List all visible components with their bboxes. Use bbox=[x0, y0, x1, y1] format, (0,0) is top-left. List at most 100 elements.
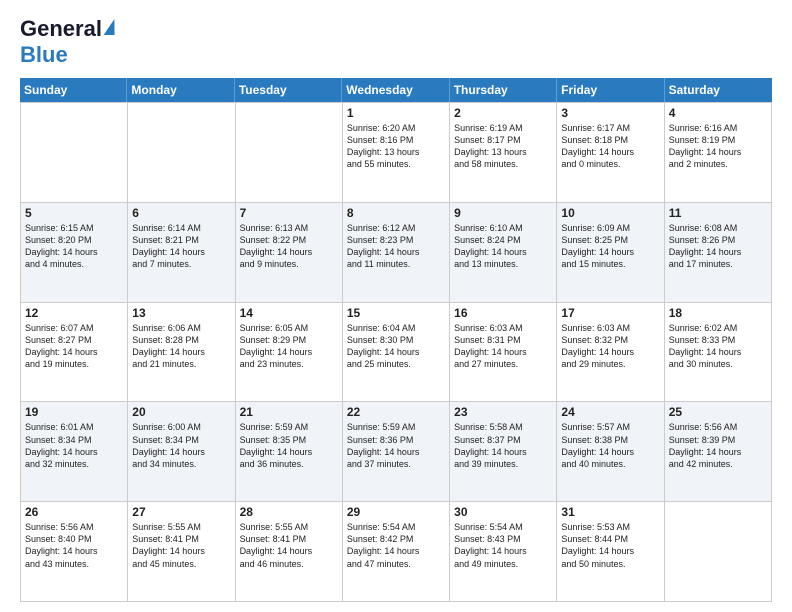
day-number: 29 bbox=[347, 505, 445, 519]
calendar-cell: 23 Sunrise: 5:58 AMSunset: 8:37 PMDayligh… bbox=[450, 402, 557, 502]
logo-chevron-icon bbox=[104, 19, 118, 35]
day-number: 28 bbox=[240, 505, 338, 519]
day-number: 7 bbox=[240, 206, 338, 220]
day-number: 27 bbox=[132, 505, 230, 519]
day-info: Sunrise: 6:15 AMSunset: 8:20 PMDaylight:… bbox=[25, 222, 123, 271]
calendar-cell: 5 Sunrise: 6:15 AMSunset: 8:20 PMDaylight… bbox=[21, 203, 128, 303]
calendar-cell: 29 Sunrise: 5:54 AMSunset: 8:42 PMDayligh… bbox=[343, 502, 450, 602]
logo-general-text: General bbox=[20, 16, 102, 42]
calendar-cell: 2 Sunrise: 6:19 AMSunset: 8:17 PMDaylight… bbox=[450, 103, 557, 203]
calendar-row-5: 26Sunrise: 5:56 AMSunset: 8:40 PMDayligh… bbox=[21, 502, 772, 602]
day-info: Sunrise: 6:20 AMSunset: 8:16 PMDaylight:… bbox=[347, 122, 445, 171]
day-number: 8 bbox=[347, 206, 445, 220]
day-info: Sunrise: 6:03 AMSunset: 8:32 PMDaylight:… bbox=[561, 322, 659, 371]
calendar-cell bbox=[665, 502, 772, 602]
day-info: Sunrise: 6:04 AMSunset: 8:30 PMDaylight:… bbox=[347, 322, 445, 371]
day-info: Sunrise: 6:07 AMSunset: 8:27 PMDaylight:… bbox=[25, 322, 123, 371]
logo-bottom-row: Blue bbox=[20, 42, 68, 68]
day-info: Sunrise: 6:14 AMSunset: 8:21 PMDaylight:… bbox=[132, 222, 230, 271]
calendar-cell: 13 Sunrise: 6:06 AMSunset: 8:28 PMDayligh… bbox=[128, 303, 235, 403]
header-day-thursday: Thursday bbox=[450, 78, 557, 102]
day-number: 2 bbox=[454, 106, 552, 120]
day-number: 6 bbox=[132, 206, 230, 220]
day-number: 19 bbox=[25, 405, 123, 419]
day-info: Sunrise: 5:56 AMSunset: 8:39 PMDaylight:… bbox=[669, 421, 767, 470]
calendar-cell: 26Sunrise: 5:56 AMSunset: 8:40 PMDayligh… bbox=[21, 502, 128, 602]
day-info: Sunrise: 5:55 AMSunset: 8:41 PMDaylight:… bbox=[132, 521, 230, 570]
day-info: Sunrise: 5:59 AMSunset: 8:36 PMDaylight:… bbox=[347, 421, 445, 470]
day-number: 22 bbox=[347, 405, 445, 419]
calendar-cell: 20Sunrise: 6:00 AMSunset: 8:34 PMDayligh… bbox=[128, 402, 235, 502]
calendar-cell: 6 Sunrise: 6:14 AMSunset: 8:21 PMDaylight… bbox=[128, 203, 235, 303]
day-number: 9 bbox=[454, 206, 552, 220]
day-number: 16 bbox=[454, 306, 552, 320]
calendar-row-1: 1Sunrise: 6:20 AMSunset: 8:16 PMDaylight… bbox=[21, 103, 772, 203]
day-number: 23 bbox=[454, 405, 552, 419]
calendar-cell: 9 Sunrise: 6:10 AMSunset: 8:24 PMDaylight… bbox=[450, 203, 557, 303]
day-info: Sunrise: 6:17 AMSunset: 8:18 PMDaylight:… bbox=[561, 122, 659, 171]
day-number: 12 bbox=[25, 306, 123, 320]
calendar-cell bbox=[236, 103, 343, 203]
day-info: Sunrise: 5:59 AMSunset: 8:35 PMDaylight:… bbox=[240, 421, 338, 470]
day-number: 18 bbox=[669, 306, 767, 320]
day-info: Sunrise: 6:10 AMSunset: 8:24 PMDaylight:… bbox=[454, 222, 552, 271]
day-info: Sunrise: 5:58 AMSunset: 8:37 PMDaylight:… bbox=[454, 421, 552, 470]
calendar-row-4: 19 Sunrise: 6:01 AMSunset: 8:34 PMDayligh… bbox=[21, 402, 772, 502]
day-info: Sunrise: 6:19 AMSunset: 8:17 PMDaylight:… bbox=[454, 122, 552, 171]
page: General Blue SundayMondayTuesdayWednesda… bbox=[0, 0, 792, 612]
day-number: 30 bbox=[454, 505, 552, 519]
day-info: Sunrise: 5:57 AMSunset: 8:38 PMDaylight:… bbox=[561, 421, 659, 470]
logo: General Blue bbox=[20, 16, 116, 68]
day-number: 5 bbox=[25, 206, 123, 220]
calendar-cell: 7 Sunrise: 6:13 AMSunset: 8:22 PMDaylight… bbox=[236, 203, 343, 303]
calendar-cell: 15Sunrise: 6:04 AMSunset: 8:30 PMDayligh… bbox=[343, 303, 450, 403]
calendar-cell: 19 Sunrise: 6:01 AMSunset: 8:34 PMDayligh… bbox=[21, 402, 128, 502]
day-number: 11 bbox=[669, 206, 767, 220]
day-number: 17 bbox=[561, 306, 659, 320]
day-info: Sunrise: 6:06 AMSunset: 8:28 PMDaylight:… bbox=[132, 322, 230, 371]
calendar-cell bbox=[21, 103, 128, 203]
calendar-cell: 25 Sunrise: 5:56 AMSunset: 8:39 PMDayligh… bbox=[665, 402, 772, 502]
calendar-cell: 27 Sunrise: 5:55 AMSunset: 8:41 PMDayligh… bbox=[128, 502, 235, 602]
header-day-monday: Monday bbox=[127, 78, 234, 102]
header-day-saturday: Saturday bbox=[665, 78, 772, 102]
calendar-cell: 22 Sunrise: 5:59 AMSunset: 8:36 PMDayligh… bbox=[343, 402, 450, 502]
day-info: Sunrise: 6:03 AMSunset: 8:31 PMDaylight:… bbox=[454, 322, 552, 371]
calendar-cell: 18Sunrise: 6:02 AMSunset: 8:33 PMDayligh… bbox=[665, 303, 772, 403]
header-day-wednesday: Wednesday bbox=[342, 78, 449, 102]
calendar-cell: 1Sunrise: 6:20 AMSunset: 8:16 PMDaylight… bbox=[343, 103, 450, 203]
calendar-cell: 4Sunrise: 6:16 AMSunset: 8:19 PMDaylight… bbox=[665, 103, 772, 203]
calendar-cell: 31Sunrise: 5:53 AMSunset: 8:44 PMDayligh… bbox=[557, 502, 664, 602]
calendar-header: SundayMondayTuesdayWednesdayThursdayFrid… bbox=[20, 78, 772, 102]
day-number: 25 bbox=[669, 405, 767, 419]
day-number: 26 bbox=[25, 505, 123, 519]
day-info: Sunrise: 5:54 AMSunset: 8:42 PMDaylight:… bbox=[347, 521, 445, 570]
header: General Blue bbox=[20, 16, 772, 68]
calendar-cell bbox=[128, 103, 235, 203]
calendar: SundayMondayTuesdayWednesdayThursdayFrid… bbox=[20, 78, 772, 602]
calendar-body: 1Sunrise: 6:20 AMSunset: 8:16 PMDaylight… bbox=[20, 102, 772, 602]
calendar-row-3: 12 Sunrise: 6:07 AMSunset: 8:27 PMDayligh… bbox=[21, 303, 772, 403]
day-number: 10 bbox=[561, 206, 659, 220]
calendar-cell: 3Sunrise: 6:17 AMSunset: 8:18 PMDaylight… bbox=[557, 103, 664, 203]
calendar-cell: 14Sunrise: 6:05 AMSunset: 8:29 PMDayligh… bbox=[236, 303, 343, 403]
day-number: 14 bbox=[240, 306, 338, 320]
day-info: Sunrise: 6:08 AMSunset: 8:26 PMDaylight:… bbox=[669, 222, 767, 271]
day-number: 21 bbox=[240, 405, 338, 419]
day-info: Sunrise: 5:55 AMSunset: 8:41 PMDaylight:… bbox=[240, 521, 338, 570]
day-info: Sunrise: 6:09 AMSunset: 8:25 PMDaylight:… bbox=[561, 222, 659, 271]
day-info: Sunrise: 6:12 AMSunset: 8:23 PMDaylight:… bbox=[347, 222, 445, 271]
day-number: 4 bbox=[669, 106, 767, 120]
calendar-cell: 10 Sunrise: 6:09 AMSunset: 8:25 PMDayligh… bbox=[557, 203, 664, 303]
calendar-row-2: 5 Sunrise: 6:15 AMSunset: 8:20 PMDaylight… bbox=[21, 203, 772, 303]
calendar-cell: 24Sunrise: 5:57 AMSunset: 8:38 PMDayligh… bbox=[557, 402, 664, 502]
calendar-cell: 12 Sunrise: 6:07 AMSunset: 8:27 PMDayligh… bbox=[21, 303, 128, 403]
logo-icon bbox=[105, 19, 116, 40]
logo-blue-text: Blue bbox=[20, 42, 68, 68]
calendar-cell: 17 Sunrise: 6:03 AMSunset: 8:32 PMDayligh… bbox=[557, 303, 664, 403]
day-number: 13 bbox=[132, 306, 230, 320]
calendar-cell: 16 Sunrise: 6:03 AMSunset: 8:31 PMDayligh… bbox=[450, 303, 557, 403]
day-info: Sunrise: 6:01 AMSunset: 8:34 PMDaylight:… bbox=[25, 421, 123, 470]
day-info: Sunrise: 6:13 AMSunset: 8:22 PMDaylight:… bbox=[240, 222, 338, 271]
calendar-cell: 30Sunrise: 5:54 AMSunset: 8:43 PMDayligh… bbox=[450, 502, 557, 602]
